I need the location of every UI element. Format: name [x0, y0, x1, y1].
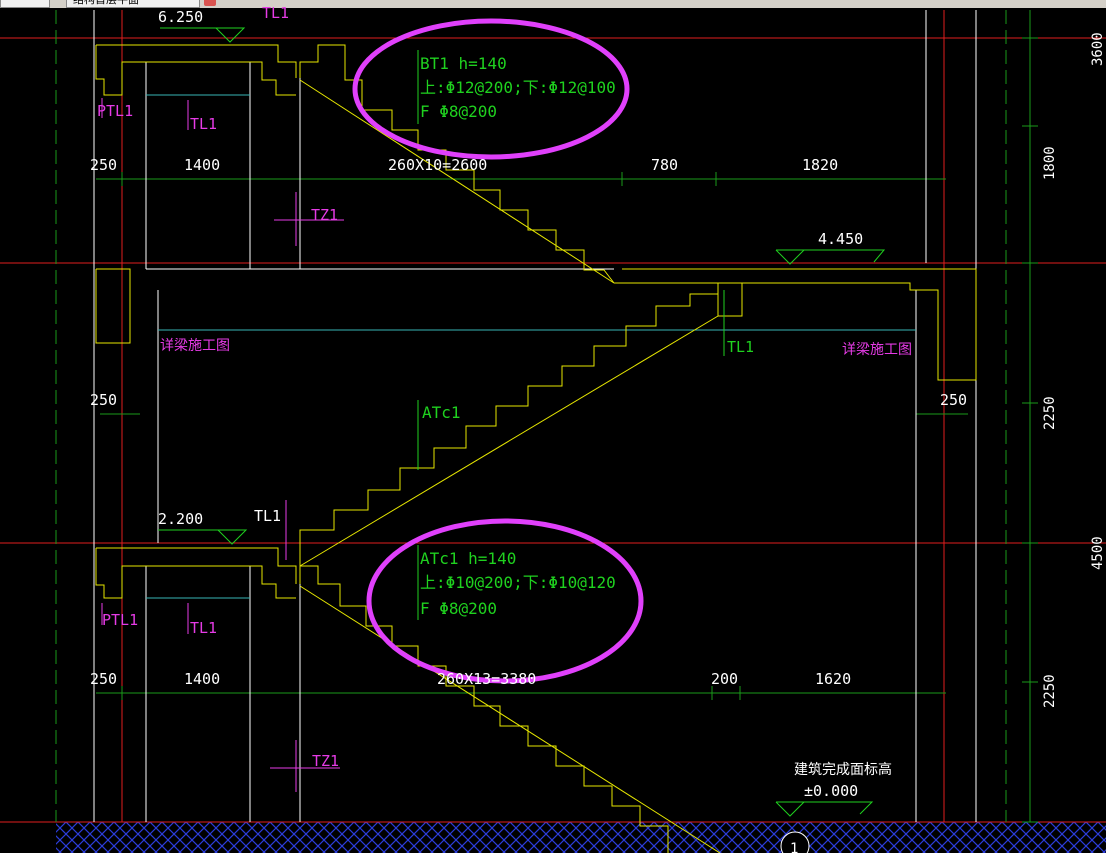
dim-mid-left-250: 250 — [90, 391, 117, 409]
wall-outlines — [93, 10, 977, 822]
atc1-highlight-ellipse — [366, 518, 644, 684]
dim-lower-1620: 1620 — [815, 670, 851, 688]
tag-tl1-top-inner: TL1 — [190, 115, 217, 133]
dim-mid-right-250: 250 — [940, 391, 967, 409]
dim-upper-2600: 260X10=2600 — [388, 156, 487, 174]
dim-vertical-1800: 1800 — [1042, 146, 1058, 180]
lower-stair-soffit — [299, 585, 721, 853]
bt1-annotation-line3: F Φ8@200 — [420, 102, 497, 121]
atc1-stair-flight — [299, 293, 718, 566]
cad-drawing-canvas[interactable]: 1 6.250 4.450 2.200 建筑完成面标高 ±0.000 TL1 P… — [0, 0, 1106, 853]
dim-vertical-4500: 4500 — [1090, 536, 1106, 570]
ground-elevation-note: 建筑完成面标高 — [794, 761, 892, 778]
atc1-annotation-line2: 上:Φ10@200;下:Φ10@120 — [420, 573, 616, 592]
tag-tz1-upper: TZ1 — [311, 206, 338, 224]
tag-tl1-mid: TL1 — [727, 338, 754, 356]
dim-lower-250: 250 — [90, 670, 117, 688]
tag-tl1-low: TL1 — [254, 507, 281, 525]
mid-landing-slab — [95, 268, 977, 381]
dim-vertical-2250-lower: 2250 — [1042, 674, 1058, 708]
tag-tz1-lower: TZ1 — [312, 752, 339, 770]
elevation-ground: ±0.000 — [804, 782, 858, 800]
bt1-annotation-line2: 上:Φ12@200;下:Φ12@100 — [420, 78, 616, 97]
dim-lower-3380: 260X13=3380 — [437, 670, 536, 688]
tag-ptl1-top: PTL1 — [97, 102, 133, 120]
elevation-2200: 2.200 — [158, 510, 203, 528]
lower-landing-slab — [95, 547, 297, 599]
atc1-stair-soffit — [299, 315, 719, 567]
dim-upper-780: 780 — [651, 156, 678, 174]
dim-vertical-2250-upper: 2250 — [1042, 396, 1058, 430]
upper-landing-slab — [95, 44, 297, 96]
atc1-annotation-line1: ATc1 h=140 — [420, 549, 516, 568]
dim-upper-1400: 1400 — [184, 156, 220, 174]
tag-tl1-top: TL1 — [262, 4, 289, 22]
horizontal-axis-lines — [0, 37, 1106, 823]
tag-tl1-low-inner: TL1 — [190, 619, 217, 637]
vertical-axis-lines — [121, 10, 945, 822]
dim-lower-200: 200 — [711, 670, 738, 688]
beam-note-right: 详梁施工图 — [842, 342, 912, 358]
bt1-annotation-line1: BT1 h=140 — [420, 54, 507, 73]
ground-hatch — [56, 822, 1106, 853]
tag-ptl1-low: PTL1 — [102, 611, 138, 629]
dim-vertical-3600: 3600 — [1090, 32, 1106, 66]
dim-lower-1400: 1400 — [184, 670, 220, 688]
dim-upper-250: 250 — [90, 156, 117, 174]
dimension-lines — [96, 10, 1038, 823]
elevation-6250: 6.250 — [158, 8, 203, 26]
beam-note-left: 详梁施工图 — [160, 338, 230, 354]
axis-bubble-label: 1 — [790, 841, 798, 853]
atc1-annotation-line3: F Φ8@200 — [420, 599, 497, 618]
dim-upper-1820: 1820 — [802, 156, 838, 174]
elevation-4450: 4.450 — [818, 230, 863, 248]
tag-atc1: ATc1 — [422, 403, 461, 422]
elevation-markers — [158, 27, 886, 817]
